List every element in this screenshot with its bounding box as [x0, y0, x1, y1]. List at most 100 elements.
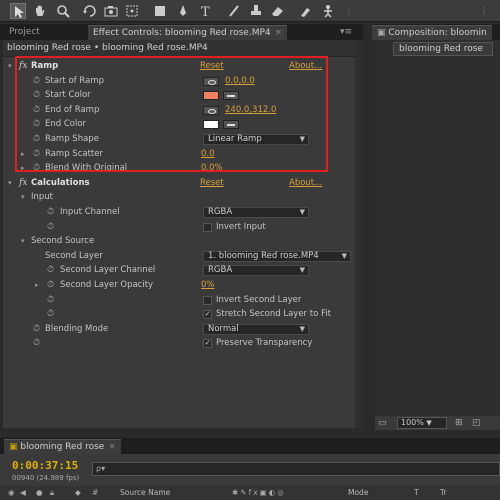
video-switch-icon[interactable]: ◉ — [8, 486, 15, 500]
audio-switch-icon[interactable]: ◀ — [20, 486, 26, 500]
rectangle-tool-icon[interactable] — [152, 3, 168, 19]
tab-composition[interactable]: ▣ Composition: bloomin — [372, 25, 492, 40]
twirl-open-icon[interactable]: ▾ — [21, 234, 25, 249]
brush-tool-icon[interactable] — [226, 3, 242, 19]
stopwatch-icon[interactable]: ⏱ — [47, 293, 54, 308]
puppet-tool-icon[interactable] — [320, 3, 336, 19]
mode-header[interactable]: Mode — [348, 486, 368, 500]
chevron-down-icon: ▼ — [299, 266, 305, 275]
second-layer-opacity-label: Second Layer Opacity — [60, 280, 154, 290]
invert-second-layer-label: Invert Second Layer — [216, 294, 302, 305]
chevron-down-icon: ▼ — [426, 419, 432, 427]
input-channel-dropdown[interactable]: RGBA ▼ — [203, 207, 309, 218]
twirl-closed-icon[interactable]: ▸ — [35, 278, 39, 293]
tab-effect-controls-label: Effect Controls: blooming Red rose.MP4 — [93, 28, 271, 38]
toolbar-grip-icon: ⋮ — [345, 6, 353, 15]
calculations-effect-row[interactable]: ▾ fx Calculations Reset About... — [3, 176, 355, 191]
hash-icon: # — [92, 488, 99, 497]
zoom-tool-icon[interactable] — [55, 3, 71, 19]
close-icon[interactable]: × — [108, 442, 116, 452]
second-layer-opacity-value[interactable]: 0% — [201, 278, 215, 293]
stretch-second-layer-label: Stretch Second Layer to Fit — [216, 309, 331, 320]
monitor-icon[interactable]: ▭ — [378, 418, 387, 428]
invert-second-layer-checkbox[interactable] — [203, 295, 212, 305]
timeline-search-input[interactable]: ρ▾ — [92, 462, 500, 476]
left-tab-bar: Project Effect Controls: blooming Red ro… — [0, 24, 363, 40]
tab-project[interactable]: Project — [4, 25, 45, 40]
stopwatch-icon[interactable]: ⏱ — [47, 307, 54, 322]
camera-tool-icon[interactable] — [103, 3, 119, 19]
input-group-row[interactable]: ▾ Input — [3, 190, 355, 205]
stopwatch-icon[interactable]: ⏱ — [47, 278, 54, 293]
calculations-reset-link[interactable]: Reset — [200, 176, 224, 191]
fx-icon[interactable]: fx — [19, 176, 27, 191]
type-tool-icon[interactable]: T — [198, 3, 214, 19]
chevron-down-icon: ▼ — [299, 208, 305, 216]
invert-input-checkbox[interactable] — [203, 222, 212, 232]
second-source-label: Second Source — [31, 236, 95, 247]
clone-stamp-tool-icon[interactable] — [248, 3, 264, 19]
solo-icon[interactable]: ● — [36, 486, 43, 500]
grid-icon[interactable]: ⊞ — [455, 418, 463, 428]
eraser-tool-icon[interactable] — [270, 3, 286, 19]
second-layer-row: Second Layer 1. blooming Red rose.MP4 ▼ — [3, 249, 355, 264]
hand-tool-icon[interactable] — [32, 3, 48, 19]
zoom-value: 100% — [401, 418, 424, 427]
stopwatch-icon[interactable]: ⏱ — [47, 205, 54, 220]
composition-subtab[interactable]: blooming Red rose — [393, 42, 493, 56]
current-time-display[interactable]: 0:00:37:15 — [12, 459, 78, 472]
lock-icon[interactable]: 🔒︎ — [50, 486, 54, 500]
toolbar-grip-icon: ⋮ — [480, 6, 488, 15]
lock-icon[interactable]: ▣ — [377, 28, 388, 38]
pan-behind-tool-icon[interactable] — [124, 3, 140, 19]
roto-brush-tool-icon[interactable] — [298, 3, 314, 19]
selection-tool-icon[interactable] — [10, 3, 26, 19]
zoom-dropdown[interactable]: 100% ▼ — [397, 417, 447, 429]
close-icon[interactable]: × — [275, 28, 283, 38]
preserve-transparency-checkbox[interactable]: ✓ — [203, 339, 212, 349]
second-layer-channel-dropdown[interactable]: RGBA ▼ — [203, 265, 309, 277]
second-layer-dropdown[interactable]: 1. blooming Red rose.MP4 ▼ — [203, 250, 351, 262]
stopwatch-icon[interactable]: ⏱ — [47, 220, 54, 235]
highlight-box — [15, 56, 328, 172]
tab-effect-controls[interactable]: Effect Controls: blooming Red rose.MP4 × — [88, 25, 288, 40]
twirl-open-icon[interactable]: ▾ — [21, 190, 25, 205]
second-layer-label: Second Layer — [45, 250, 103, 261]
calculations-about-link[interactable]: About... — [289, 176, 322, 191]
tab-timeline[interactable]: ▣ blooming Red rose × — [4, 439, 121, 454]
effect-controls-scrollbar[interactable] — [355, 40, 363, 428]
twirl-open-icon[interactable]: ▾ — [8, 59, 12, 74]
second-source-group-row[interactable]: ▾ Second Source — [3, 234, 355, 249]
blending-mode-dropdown[interactable]: Normal ▼ — [203, 323, 309, 335]
twirl-open-icon[interactable]: ▾ — [8, 176, 12, 191]
input-channel-value: RGBA — [208, 207, 233, 217]
calculations-effect-name: Calculations — [31, 177, 90, 188]
track-matte-header[interactable]: Tr — [440, 486, 447, 500]
preserve-transparency-row: ⏱ ✓ Preserve Transparency — [3, 336, 355, 351]
stretch-second-layer-checkbox[interactable]: ✓ — [203, 310, 212, 320]
input-channel-row: ⏱ Input Channel RGBA ▼ — [3, 205, 355, 220]
timeline-column-header: ◉ ◀ ● 🔒︎ ◆ # Source Name ✱✎fx▣◐◎ Mode T … — [0, 486, 500, 500]
stretch-second-layer-row: ⏱ ✓ Stretch Second Layer to Fit — [3, 307, 355, 322]
input-group-label: Input — [31, 192, 54, 203]
blending-mode-value: Normal — [208, 323, 239, 334]
toolbar: T ⋮ ⋮ — [0, 0, 500, 22]
frame-info: 00940 (24.989 fps) — [12, 474, 80, 482]
second-layer-channel-value: RGBA — [208, 265, 233, 276]
mask-icon[interactable]: ◰ — [472, 418, 481, 428]
second-layer-value: 1. blooming Red rose.MP4 — [208, 250, 319, 261]
stopwatch-icon[interactable]: ⏱ — [33, 322, 40, 337]
layer-switches-icon[interactable]: ✱✎fx▣◐◎ — [232, 486, 286, 500]
rotation-tool-icon[interactable] — [82, 3, 98, 19]
panel-menu-icon[interactable]: ▾≡ — [335, 25, 357, 40]
source-name-header[interactable]: Source Name — [120, 486, 170, 500]
t-header[interactable]: T — [414, 486, 419, 500]
effect-controls-header: blooming Red rose • blooming Red rose.MP… — [3, 40, 358, 57]
second-layer-channel-label: Second Layer Channel — [60, 265, 156, 276]
stopwatch-icon[interactable]: ⏱ — [47, 263, 54, 278]
stopwatch-icon[interactable]: ⏱ — [33, 336, 40, 351]
timeline-panel: 0:00:37:15 00940 (24.989 fps) ρ▾ ◉ ◀ ● 🔒… — [0, 454, 500, 500]
pen-tool-icon[interactable] — [175, 3, 191, 19]
blending-mode-label: Blending Mode — [45, 323, 109, 334]
label-icon[interactable]: ◆ — [75, 486, 81, 500]
